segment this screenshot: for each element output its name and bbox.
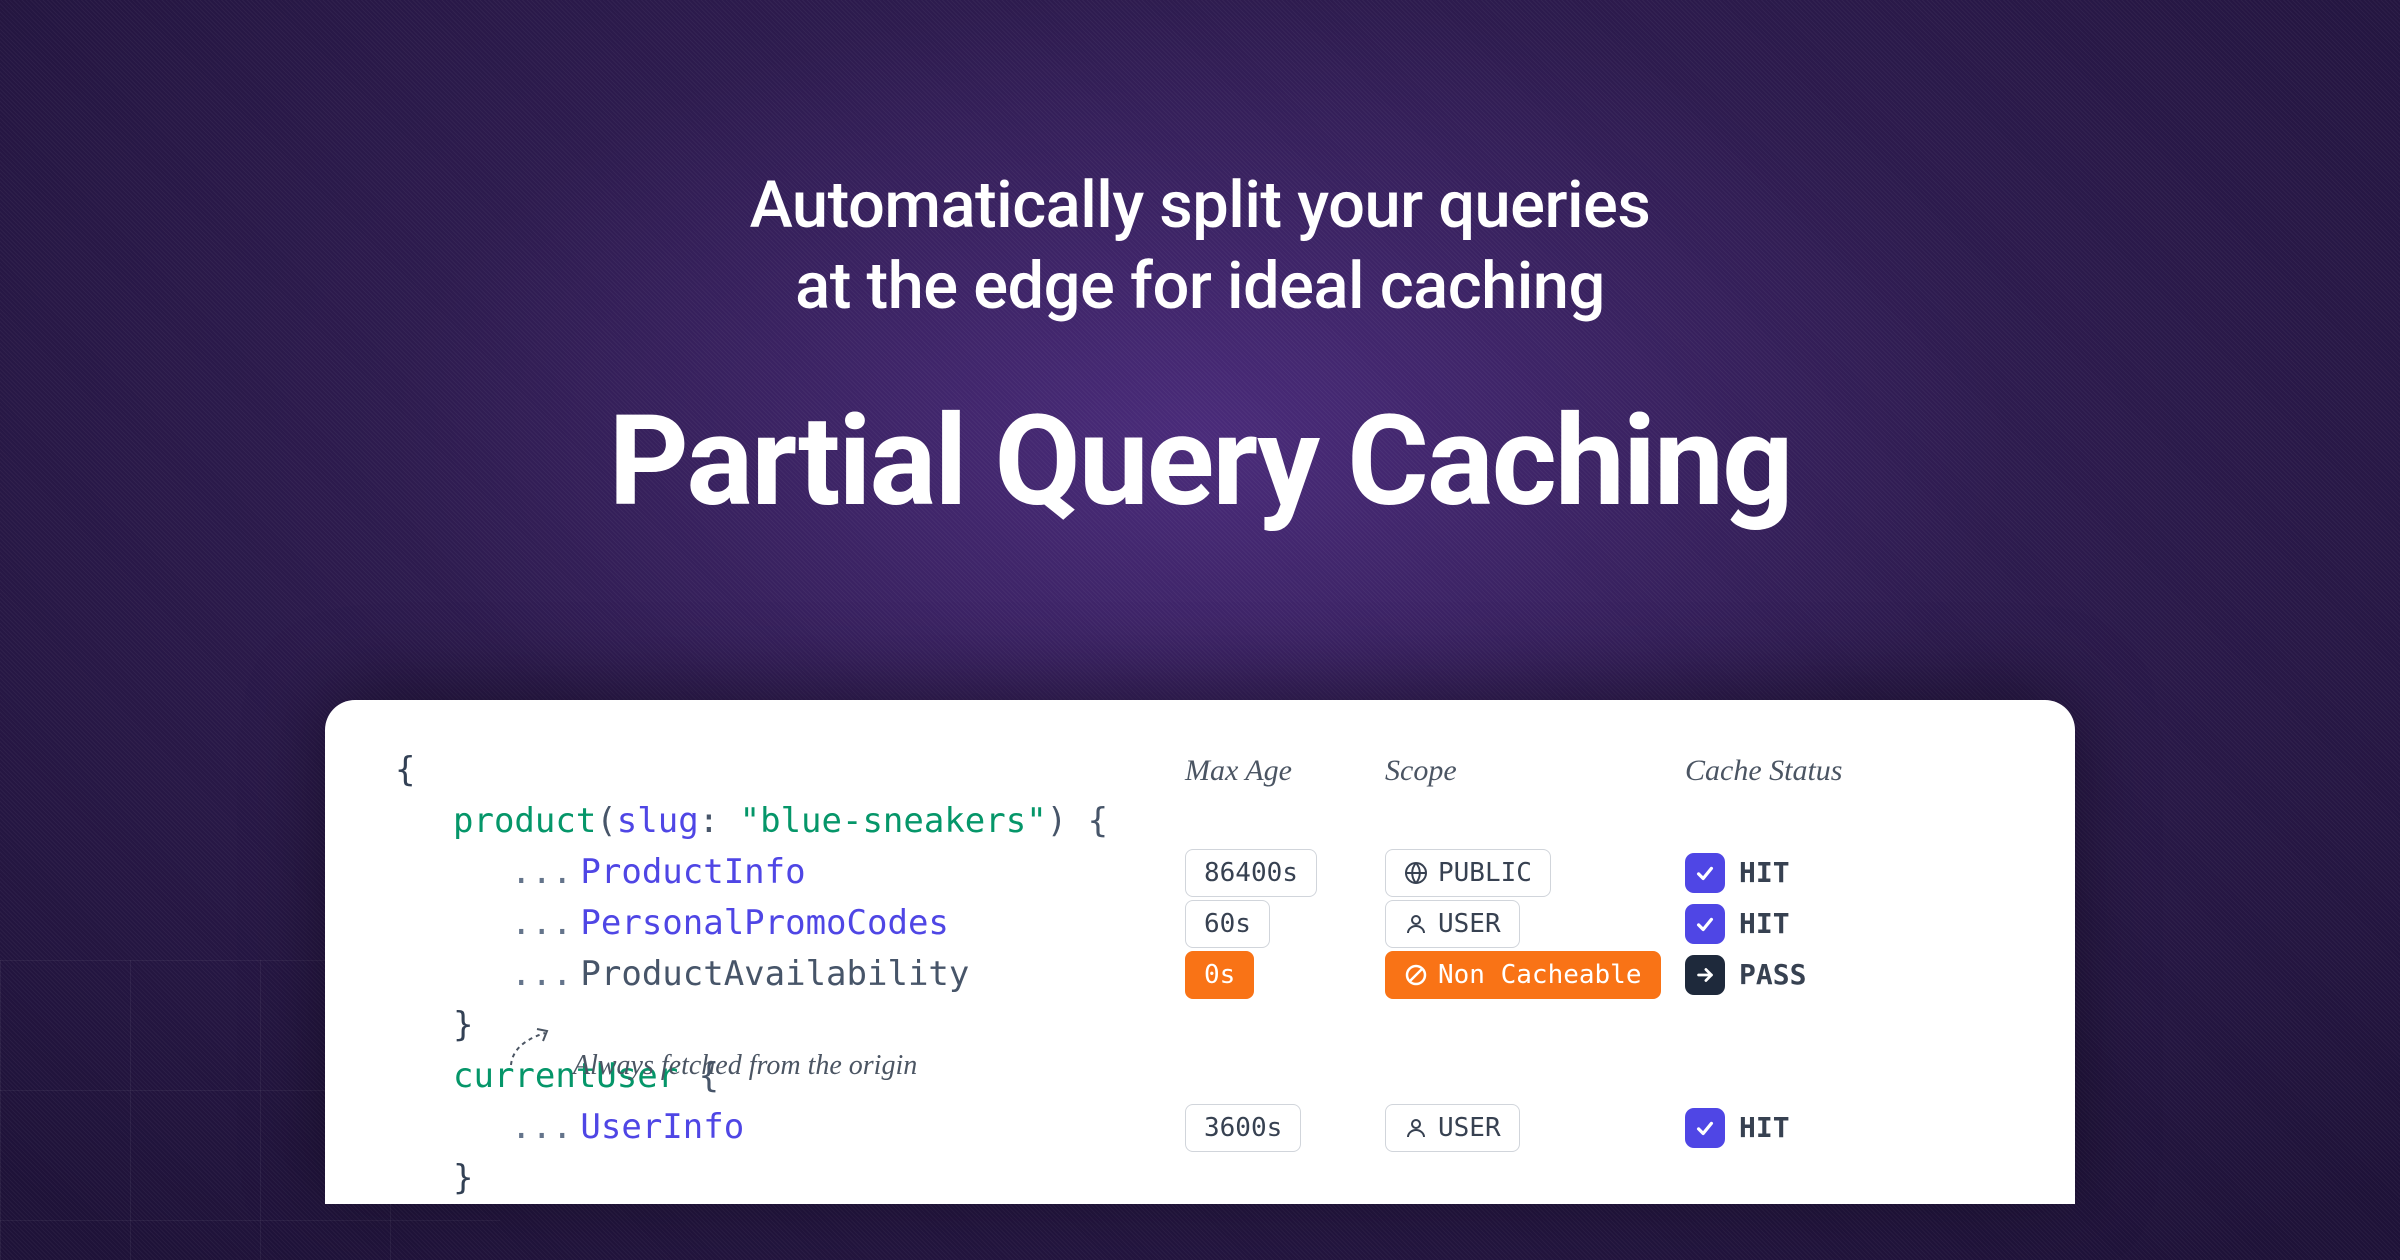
checkmark-icon xyxy=(1685,1108,1725,1148)
maxage-pill-r1: 86400s xyxy=(1185,849,1317,897)
code-fragment-promocodes: ...PersonalPromoCodes xyxy=(395,898,1165,949)
scope-label: USER xyxy=(1438,1113,1501,1143)
maxage-pill-r2: 60s xyxy=(1185,900,1270,948)
cell-scope-r2: USER xyxy=(1385,900,1665,948)
status-label: PASS xyxy=(1739,958,1806,991)
cell-status-r3: PASS xyxy=(1685,955,1935,995)
checkmark-icon xyxy=(1685,853,1725,893)
code-fragment-availability: ...ProductAvailability xyxy=(395,949,1165,1000)
cell-status-r4: HIT xyxy=(1685,1108,1935,1148)
cell-maxage-r4: 3600s xyxy=(1185,1104,1365,1152)
header-scope: Scope xyxy=(1385,754,1665,788)
cell-maxage-r2: 60s xyxy=(1185,900,1365,948)
cell-scope-r4: USER xyxy=(1385,1104,1665,1152)
hero-subtitle: Automatically split your queries at the … xyxy=(0,165,2400,328)
scope-label: PUBLIC xyxy=(1438,858,1532,888)
spread-dots: ... xyxy=(511,954,572,994)
forbidden-icon xyxy=(1404,963,1428,987)
curved-arrow-icon xyxy=(503,1023,563,1073)
spread-dots: ... xyxy=(511,1107,572,1147)
status-label: HIT xyxy=(1739,1111,1790,1144)
cell-status-r2: HIT xyxy=(1685,904,1935,944)
status-pass: PASS xyxy=(1685,955,1806,995)
code-paren-open: ( xyxy=(596,801,616,841)
code-product-line: product(slug: "blue-sneakers") { xyxy=(395,796,1165,847)
close-brace: } xyxy=(453,1005,473,1045)
cell-scope-r1: PUBLIC xyxy=(1385,849,1665,897)
status-hit-r2: HIT xyxy=(1685,904,1790,944)
cell-status-r1: HIT xyxy=(1685,853,1935,893)
code-product-keyword: product xyxy=(453,801,596,841)
user-icon xyxy=(1404,912,1428,936)
scope-pill-public: PUBLIC xyxy=(1385,849,1551,897)
scope-pill-user-r2: USER xyxy=(1385,900,1520,948)
status-hit-r1: HIT xyxy=(1685,853,1790,893)
scope-label: Non Cacheable xyxy=(1438,960,1642,990)
code-close-currentuser: } xyxy=(395,1153,1165,1204)
code-card: { Max Age Scope Cache Status product(slu… xyxy=(325,700,2075,1204)
fragment-name: UserInfo xyxy=(580,1107,744,1147)
code-arg-colon: : xyxy=(699,801,740,841)
cell-maxage-r1: 86400s xyxy=(1185,849,1365,897)
cell-scope-r3: Non Cacheable xyxy=(1385,951,1665,999)
subtitle-line-1: Automatically split your queries xyxy=(750,167,1651,243)
fragment-name: ProductInfo xyxy=(580,852,805,892)
hero-section: Automatically split your queries at the … xyxy=(0,0,2400,535)
fragment-name: PersonalPromoCodes xyxy=(580,903,948,943)
scope-pill-user-r4: USER xyxy=(1385,1104,1520,1152)
fragment-name: ProductAvailability xyxy=(580,954,969,994)
hero-title: Partial Query Caching xyxy=(0,388,2400,535)
code-open-brace: { xyxy=(395,745,1165,796)
subtitle-line-2: at the edge for ideal caching xyxy=(795,248,1605,324)
origin-annotation: Always fetched from the origin xyxy=(503,1031,917,1087)
code-fragment-userinfo: ...UserInfo xyxy=(395,1102,1165,1153)
spread-dots: ... xyxy=(511,852,572,892)
maxage-pill-r4: 3600s xyxy=(1185,1104,1301,1152)
cell-maxage-r3: 0s xyxy=(1185,951,1365,999)
arrow-right-icon xyxy=(1685,955,1725,995)
spread-dots: ... xyxy=(511,903,572,943)
annotation-text: Always fetched from the origin xyxy=(573,1031,917,1087)
code-grid: { Max Age Scope Cache Status product(slu… xyxy=(395,745,2005,1204)
code-close-product: } Always fetched from the origin xyxy=(395,1000,1165,1051)
status-hit-r4: HIT xyxy=(1685,1108,1790,1148)
scope-label: USER xyxy=(1438,909,1501,939)
code-arg-value: "blue-sneakers" xyxy=(740,801,1047,841)
globe-icon xyxy=(1404,861,1428,885)
code-paren-close: ) { xyxy=(1047,801,1108,841)
code-arg-key: slug xyxy=(617,801,699,841)
code-fragment-productinfo: ...ProductInfo xyxy=(395,847,1165,898)
header-maxage: Max Age xyxy=(1185,754,1365,788)
header-cache-status: Cache Status xyxy=(1685,754,1935,788)
status-label: HIT xyxy=(1739,856,1790,889)
status-label: HIT xyxy=(1739,907,1790,940)
scope-pill-noncacheable: Non Cacheable xyxy=(1385,951,1661,999)
user-icon xyxy=(1404,1116,1428,1140)
maxage-pill-zero: 0s xyxy=(1185,951,1254,999)
checkmark-icon xyxy=(1685,904,1725,944)
